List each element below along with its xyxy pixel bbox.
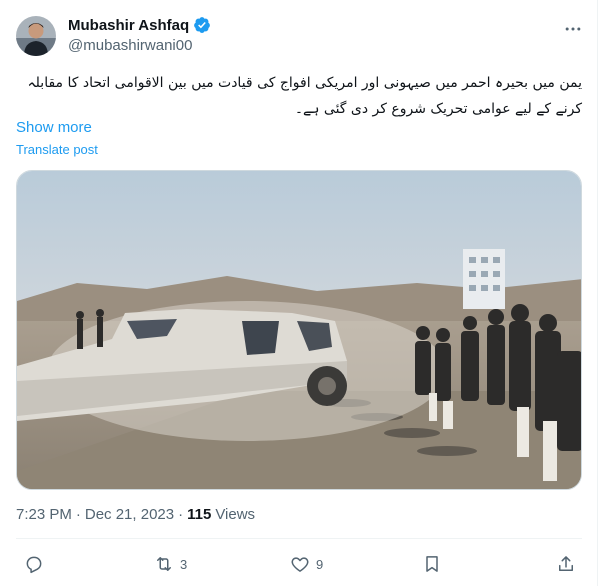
action-bar: 3 9	[16, 548, 582, 584]
post-time[interactable]: 7:23 PM	[16, 506, 72, 523]
post-meta: 7:23 PM · Dec 21, 2023 · 115 Views	[16, 506, 255, 523]
share-button[interactable]	[556, 554, 576, 574]
bookmark-button[interactable]	[422, 554, 442, 574]
retweet-count: 3	[180, 556, 188, 572]
meta-separator-2: ·	[178, 506, 184, 523]
post-video[interactable]	[16, 170, 582, 490]
views-count: 115	[187, 506, 212, 523]
like-icon	[291, 557, 309, 572]
views-label: Views	[215, 506, 256, 523]
like-count: 9	[316, 556, 324, 572]
avatar[interactable]	[16, 16, 56, 56]
handle[interactable]: @mubashirwani00	[68, 37, 192, 54]
retweet-button[interactable]: 3	[154, 554, 187, 574]
post-text: یمن میں بحیرہ احمر میں صیہونی اور امریکی…	[27, 75, 582, 117]
bookmark-icon	[426, 556, 438, 572]
divider	[16, 538, 582, 539]
display-name[interactable]: Mubashir Ashfaq	[68, 17, 189, 34]
reply-icon	[26, 556, 42, 574]
meta-separator: ·	[75, 506, 81, 523]
translate-post-link[interactable]: Translate post	[16, 142, 98, 157]
column-border	[597, 0, 598, 586]
name-row: Mubashir Ashfaq	[68, 16, 211, 34]
more-icon[interactable]	[562, 18, 584, 40]
verified-badge-icon	[193, 16, 211, 34]
retweet-icon	[157, 557, 171, 571]
post-date[interactable]: Dec 21, 2023	[85, 506, 174, 523]
like-button[interactable]: 9	[290, 554, 323, 574]
video-frame	[17, 171, 581, 489]
reply-button[interactable]	[24, 554, 44, 574]
show-more-link[interactable]: Show more	[16, 119, 92, 136]
share-icon	[559, 556, 573, 571]
post-header: Mubashir Ashfaq @mubashirwani00	[16, 14, 584, 58]
